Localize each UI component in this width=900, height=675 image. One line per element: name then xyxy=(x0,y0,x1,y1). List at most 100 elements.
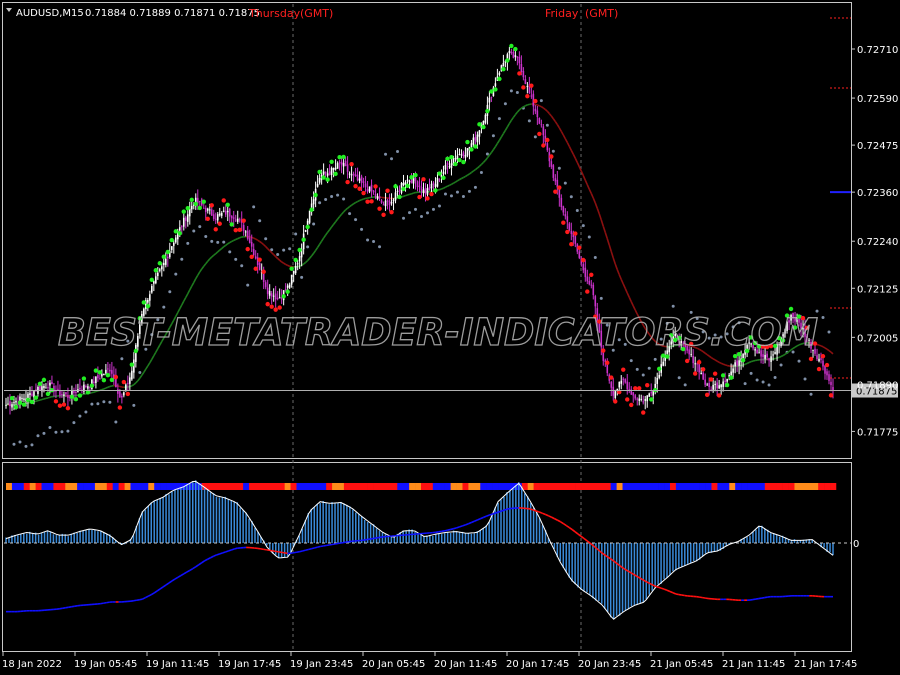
ma-segment xyxy=(227,241,231,245)
signal-dot xyxy=(205,216,210,222)
candle-body xyxy=(522,70,525,78)
candle-body xyxy=(766,353,768,358)
band-dot xyxy=(168,290,172,294)
candle-body xyxy=(690,354,692,356)
candle-body xyxy=(45,387,47,389)
trend-strip-cell xyxy=(604,483,611,490)
signal-dot xyxy=(89,383,95,388)
candle-body xyxy=(29,393,31,396)
signal-dot xyxy=(101,377,107,383)
trend-strip-cell xyxy=(219,483,226,490)
trend-strip-cell xyxy=(563,483,570,490)
band-dot xyxy=(108,400,112,404)
x-tick-label: 19 Jan 05:45 xyxy=(74,659,137,670)
band-dot xyxy=(162,305,166,309)
band-dot xyxy=(54,430,58,434)
candle-body xyxy=(488,97,491,103)
ma-segment xyxy=(455,180,458,183)
signal-dot xyxy=(233,228,238,233)
candle-body xyxy=(264,282,267,288)
candle-body xyxy=(324,172,327,174)
band-dot xyxy=(138,370,142,374)
band-dot xyxy=(276,253,280,257)
session-tz-friday: (GMT) xyxy=(585,7,618,20)
candle-body xyxy=(296,263,299,265)
signal-dot xyxy=(649,397,654,402)
trend-strip-cell xyxy=(503,483,511,490)
candle-body xyxy=(342,163,345,167)
signal-dot xyxy=(621,367,626,372)
trend-strip-cell xyxy=(444,483,451,490)
trend-strip-cell xyxy=(409,483,416,490)
oscillator-slow-segment xyxy=(444,529,448,532)
trend-strip-cell xyxy=(278,483,285,490)
candle-body xyxy=(330,167,333,176)
candle-body xyxy=(650,392,653,394)
trend-strip-cell xyxy=(693,483,700,490)
y-tick-label: 0.72125 xyxy=(857,284,898,295)
signal-dot xyxy=(684,358,690,364)
candle-body xyxy=(11,404,13,408)
signal-dot xyxy=(229,222,234,227)
signal-dot xyxy=(289,266,294,271)
signal-dot xyxy=(708,377,714,382)
candle-body xyxy=(190,205,193,210)
ma-segment xyxy=(287,264,290,267)
trend-strip-cell xyxy=(616,483,623,490)
signal-dot xyxy=(417,194,422,200)
trend-strip-cell xyxy=(664,483,671,490)
candle-body xyxy=(550,161,553,167)
ma-segment xyxy=(35,399,39,403)
candle-body xyxy=(107,368,109,370)
candle-body xyxy=(210,209,213,216)
ma-segment xyxy=(231,239,235,243)
candle-body xyxy=(159,269,161,271)
signal-dot xyxy=(317,169,322,175)
candle-body xyxy=(414,178,417,182)
candle-body xyxy=(764,354,766,359)
candle-body xyxy=(524,79,527,85)
candle-body xyxy=(508,50,511,54)
band-dot xyxy=(180,257,184,261)
oscillator-slow-segment xyxy=(488,513,493,516)
band-dot xyxy=(485,152,489,156)
signal-dot xyxy=(625,397,630,402)
candle-body xyxy=(117,389,119,394)
ma-segment xyxy=(468,171,472,175)
band-dot xyxy=(587,235,591,239)
ma-segment xyxy=(537,104,540,107)
signal-dot xyxy=(105,373,111,378)
candle-body xyxy=(426,188,429,195)
band-dot xyxy=(557,166,561,170)
signal-dot xyxy=(81,376,87,381)
trend-strip-cell xyxy=(658,483,665,490)
band-dot xyxy=(72,421,76,425)
band-dot xyxy=(635,367,639,371)
signal-dot xyxy=(241,218,246,223)
price-axis: 0.72710 0.72590 0.72475 0.72360 0.72240 0.721… xyxy=(851,45,898,438)
candle-body xyxy=(826,371,828,376)
candle-body xyxy=(119,391,121,398)
trend-strip-cell xyxy=(480,483,487,490)
candle-body xyxy=(250,242,253,247)
trend-strip-cell xyxy=(385,483,392,490)
trend-strip-cell xyxy=(284,483,291,490)
ma-segment xyxy=(746,361,750,365)
candle-body xyxy=(254,256,257,259)
signal-dot xyxy=(509,43,514,49)
signal-dot xyxy=(201,199,206,204)
signal-dot xyxy=(517,71,522,76)
candle-body xyxy=(444,165,447,170)
trend-strip-cell xyxy=(492,483,499,490)
ma-segment xyxy=(465,174,468,178)
x-tick-label: 20 Jan 11:45 xyxy=(434,659,497,670)
candle-body xyxy=(350,174,353,176)
trend-strip-cell xyxy=(332,483,339,490)
band-dot xyxy=(312,222,316,226)
candle-body xyxy=(770,356,772,362)
candle-body xyxy=(332,168,335,170)
candle-body xyxy=(184,217,187,221)
signal-dot xyxy=(425,196,430,201)
signal-dot xyxy=(824,362,830,368)
oscillator-slow-segment xyxy=(296,550,300,554)
